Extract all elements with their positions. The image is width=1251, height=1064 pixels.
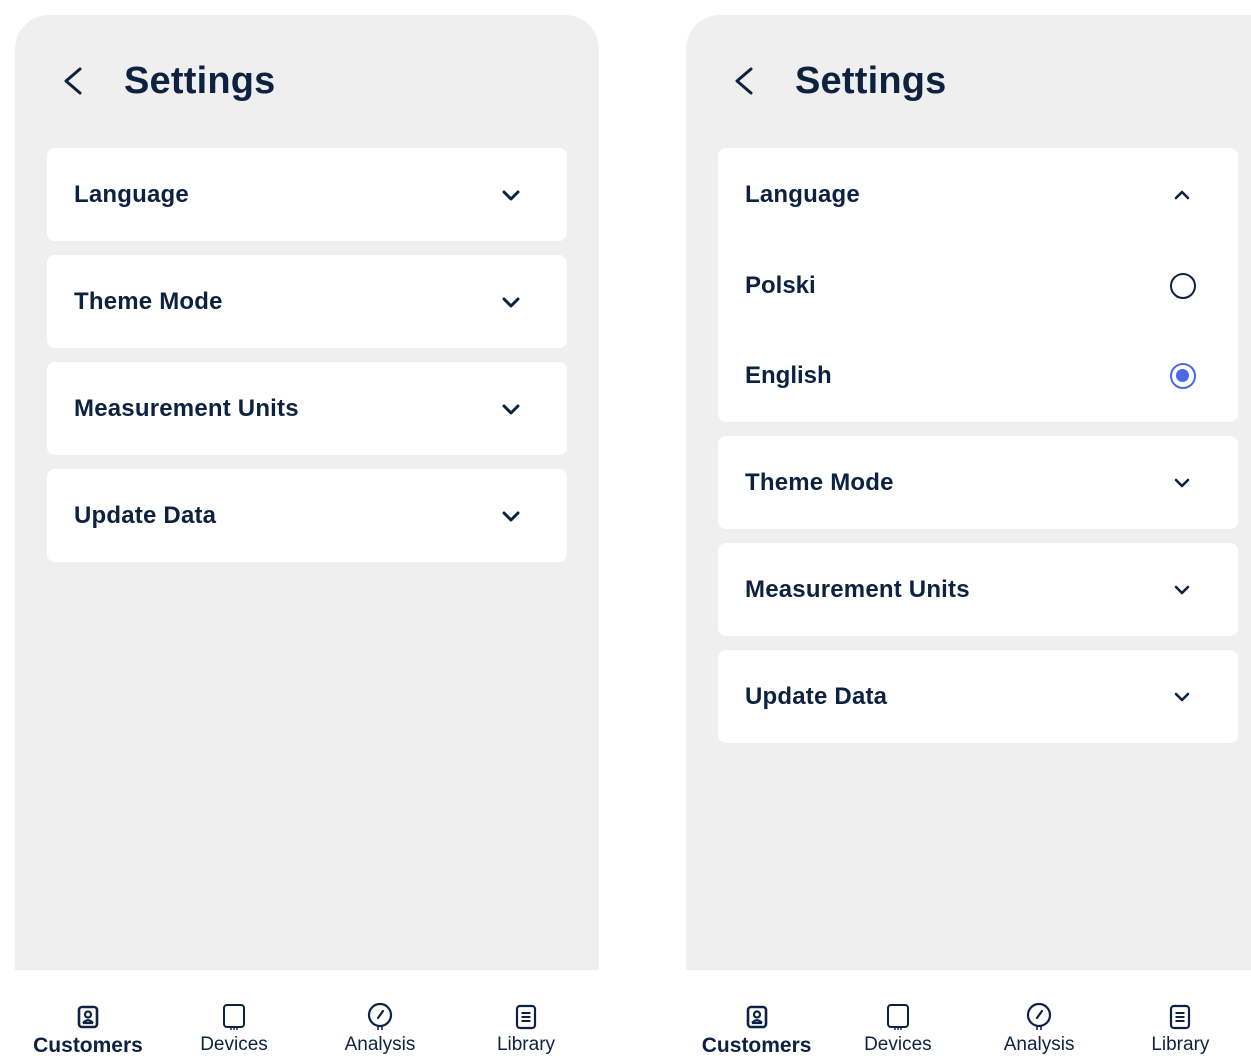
nav-label: Library	[1151, 1034, 1210, 1055]
radio-selected-icon[interactable]	[1170, 363, 1196, 389]
section-label: Theme Mode	[74, 287, 223, 315]
section-header[interactable]: Theme Mode	[47, 255, 567, 348]
section-language[interactable]: Language	[47, 148, 567, 241]
language-option-polski[interactable]: Polski	[718, 241, 1238, 331]
nav-label: Library	[496, 1034, 556, 1055]
option-label: Polski	[745, 272, 816, 299]
settings-screen-language-expanded: Settings Language Polski English Theme M…	[671, 0, 1251, 1064]
section-theme-mode[interactable]: Theme Mode	[718, 436, 1238, 529]
header: Settings	[729, 52, 947, 110]
chevron-down-icon	[1172, 476, 1192, 490]
page-title: Settings	[795, 59, 947, 102]
section-header[interactable]: Language	[47, 148, 567, 241]
nav-item-customers[interactable]: Customers	[686, 970, 827, 1064]
document-icon	[1170, 1004, 1191, 1030]
chevron-down-icon	[501, 402, 521, 416]
section-label: Measurement Units	[745, 575, 970, 603]
document-icon	[515, 1004, 537, 1030]
section-header[interactable]: Measurement Units	[718, 543, 1238, 636]
chevron-down-icon	[1172, 583, 1192, 597]
section-language: Language Polski English	[718, 148, 1238, 422]
nav-label: Analysis	[1003, 1034, 1075, 1055]
chevron-down-icon	[501, 188, 521, 202]
chevron-down-icon	[501, 295, 521, 309]
section-measurement-units[interactable]: Measurement Units	[47, 362, 567, 455]
chevron-left-icon	[735, 67, 753, 95]
contact-card-icon	[746, 1005, 767, 1029]
gauge-icon	[1027, 1002, 1052, 1030]
nav-label: Devices	[864, 1034, 932, 1055]
nav-item-library[interactable]: Library	[1110, 970, 1251, 1064]
gauge-icon	[367, 1002, 393, 1030]
nav-item-devices[interactable]: Devices	[827, 970, 968, 1064]
section-header[interactable]: Measurement Units	[47, 362, 567, 455]
contact-card-icon	[77, 1005, 99, 1029]
nav-label: Analysis	[344, 1034, 416, 1055]
nav-item-customers[interactable]: Customers	[15, 970, 161, 1064]
language-option-english[interactable]: English	[718, 331, 1238, 421]
device-icon	[886, 1004, 909, 1030]
nav-label: Customers	[701, 1034, 812, 1057]
section-header[interactable]: Theme Mode	[718, 436, 1238, 529]
section-label: Update Data	[74, 501, 217, 529]
section-label: Theme Mode	[745, 468, 894, 496]
device-icon	[223, 1004, 245, 1030]
section-label: Measurement Units	[74, 394, 299, 422]
nav-item-analysis[interactable]: Analysis	[969, 970, 1110, 1064]
section-update-data[interactable]: Update Data	[718, 650, 1238, 743]
nav-label: Customers	[33, 1034, 143, 1057]
nav-item-devices[interactable]: Devices	[161, 970, 307, 1064]
radio-unselected-icon[interactable]	[1170, 273, 1196, 299]
nav-item-analysis[interactable]: Analysis	[307, 970, 453, 1064]
section-header[interactable]: Update Data	[718, 650, 1238, 743]
section-theme-mode[interactable]: Theme Mode	[47, 255, 567, 348]
bottom-nav: Customers Devices Analysis Library	[686, 970, 1251, 1064]
section-update-data[interactable]: Update Data	[47, 469, 567, 562]
settings-screen-collapsed: Settings Language Theme Mode Measurement…	[0, 0, 615, 1064]
section-measurement-units[interactable]: Measurement Units	[718, 543, 1238, 636]
section-header[interactable]: Language	[718, 148, 1238, 241]
option-label: English	[745, 362, 832, 389]
section-label: Update Data	[745, 682, 888, 710]
bottom-nav: Customers Devices Analysis Library	[15, 970, 599, 1064]
back-button[interactable]	[729, 61, 763, 101]
chevron-down-icon	[1172, 690, 1192, 704]
section-label: Language	[74, 180, 189, 208]
nav-item-library[interactable]: Library	[453, 970, 599, 1064]
chevron-left-icon	[64, 67, 82, 95]
chevron-down-icon	[501, 509, 521, 523]
nav-label: Devices	[200, 1034, 268, 1055]
chevron-up-icon	[1172, 188, 1192, 202]
header: Settings	[58, 52, 276, 110]
section-header[interactable]: Update Data	[47, 469, 567, 562]
section-label: Language	[745, 180, 860, 208]
back-button[interactable]	[58, 61, 92, 101]
page-title: Settings	[124, 59, 276, 102]
